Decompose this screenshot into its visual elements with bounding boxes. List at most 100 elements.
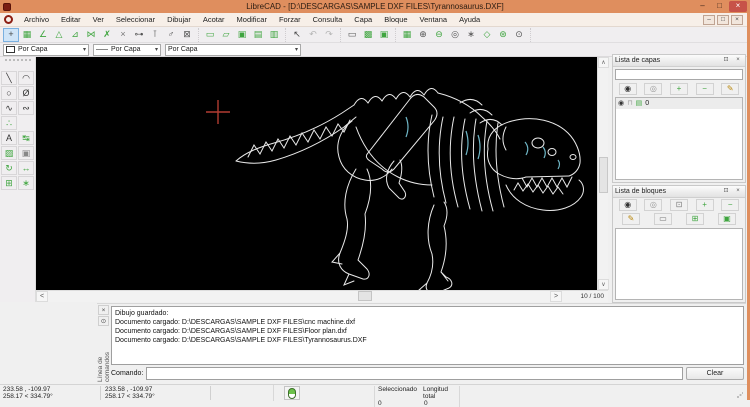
window-tile-button[interactable]: ▩ [360, 28, 376, 42]
new-document-button[interactable]: ▭ [202, 28, 218, 42]
layer-row[interactable]: ◉⊓▤0 [616, 98, 742, 109]
snap-on-entity-button[interactable]: △ [51, 28, 67, 42]
command-history[interactable]: Dibujo guardado:Documento cargado: D:\DE… [111, 306, 744, 365]
horizontal-scrollbar[interactable]: < > 10 / 100 [36, 290, 608, 302]
spline-tool-button[interactable]: ∿ [1, 101, 17, 115]
mouse-hint-button[interactable] [284, 386, 300, 400]
block-panel-header[interactable]: Lista de bloques ⊡ × [613, 186, 745, 198]
save-document-button[interactable]: ▣ [234, 28, 250, 42]
layer-filter-input[interactable] [615, 69, 743, 80]
block-insert-button[interactable]: ⊞ [686, 213, 704, 225]
scroll-right-button[interactable]: > [550, 291, 562, 302]
horizontal-scroll-track[interactable] [48, 291, 550, 302]
snap-free-button[interactable]: + [3, 28, 19, 42]
set-relative-zero-button[interactable]: ♂ [163, 28, 179, 42]
point-tool-button[interactable]: ∴ [1, 116, 17, 130]
snap-grid-button[interactable]: ▦ [19, 28, 35, 42]
menu-acotar[interactable]: Acotar [197, 13, 231, 26]
window-minimize-button[interactable]: – [695, 1, 710, 12]
block-create-button[interactable]: ▣ [718, 213, 736, 225]
zoom-out-button[interactable]: ⊖ [431, 28, 447, 42]
zoom-window-button[interactable]: ◇ [479, 28, 495, 42]
command-dock-pin-button[interactable]: ⊙ [98, 316, 109, 326]
arc-tool-button[interactable]: ◠ [18, 71, 34, 85]
measure-tool-button[interactable]: ↔ [18, 161, 34, 175]
freehand-tool-button[interactable]: ∾ [18, 101, 34, 115]
scroll-up-button[interactable]: ∧ [598, 57, 609, 68]
close-drawing-button[interactable]: ▭ [344, 28, 360, 42]
command-dock-close-button[interactable]: × [98, 305, 109, 315]
lock-relative-zero-button[interactable]: ⊠ [179, 28, 195, 42]
layer-visible-icon[interactable]: ◉ [618, 100, 624, 107]
snap-distance-button[interactable]: ✗ [99, 28, 115, 42]
pen-linetype-dropdown[interactable]: Por Capa▾ [165, 44, 301, 56]
scroll-down-button[interactable]: ∨ [598, 279, 609, 290]
menu-archivo[interactable]: Archivo [18, 13, 55, 26]
modify-tool-button[interactable]: ↻ [1, 161, 17, 175]
menu-forzar[interactable]: Forzar [273, 13, 307, 26]
layer-panel-header[interactable]: Lista de capas ⊡ × [613, 55, 745, 67]
snap-intersection-button[interactable]: × [115, 28, 131, 42]
circle-tool-button[interactable]: ○ [1, 86, 17, 100]
menu-ver[interactable]: Ver [87, 13, 110, 26]
toolbar-drag-handle[interactable] [5, 59, 31, 61]
cad-canvas[interactable] [36, 57, 597, 290]
select-pointer-button[interactable]: ↖ [289, 28, 305, 42]
layers-hide-all-button[interactable]: ◎ [644, 83, 662, 95]
command-input[interactable] [146, 367, 683, 380]
layer-panel-close-button[interactable]: × [733, 56, 743, 65]
block-remove-button[interactable]: − [721, 199, 739, 211]
zoom-previous-button[interactable]: ∗ [463, 28, 479, 42]
menu-seleccionar[interactable]: Seleccionar [110, 13, 161, 26]
menu-modificar[interactable]: Modificar [231, 13, 273, 26]
grid-toggle-button[interactable]: ▦ [399, 28, 415, 42]
menu-capa[interactable]: Capa [348, 13, 378, 26]
menu-bloque[interactable]: Bloque [378, 13, 413, 26]
menu-ayuda[interactable]: Ayuda [453, 13, 486, 26]
resize-grip[interactable] [737, 392, 743, 398]
block-panel-close-button[interactable]: × [733, 187, 743, 196]
hatch-tool-button[interactable]: ▨ [1, 146, 17, 160]
restrict-vertical-button[interactable]: ⊺ [147, 28, 163, 42]
layer-remove-button[interactable]: − [696, 83, 714, 95]
print-button[interactable]: ▤ [250, 28, 266, 42]
zoom-in-button[interactable]: ⊕ [415, 28, 431, 42]
mdi-minimize-button[interactable]: – [703, 15, 715, 25]
zoom-auto-button[interactable]: ◎ [447, 28, 463, 42]
block-rename-button[interactable]: ✎ [622, 213, 640, 225]
dimension-tool-button[interactable]: ↹ [18, 131, 34, 145]
undo-button[interactable]: ↶ [305, 28, 321, 42]
horizontal-scroll-thumb[interactable] [358, 291, 372, 301]
mdi-restore-button[interactable]: □ [717, 15, 729, 25]
layers-show-all-button[interactable]: ◉ [619, 83, 637, 95]
layer-edit-button[interactable]: ✎ [721, 83, 739, 95]
restrict-horizontal-button[interactable]: ⊶ [131, 28, 147, 42]
layer-list[interactable]: ◉⊓▤0 [615, 97, 743, 180]
pen-width-dropdown[interactable]: Por Capa▾ [93, 44, 161, 56]
menu-consulta[interactable]: Consulta [307, 13, 349, 26]
window-maximize-button[interactable]: □ [712, 1, 727, 12]
block-add-button[interactable]: + [696, 199, 714, 211]
layer-panel-float-button[interactable]: ⊡ [721, 56, 731, 65]
vertical-scroll-thumb[interactable] [599, 157, 608, 193]
line-tool-button[interactable]: ╲ [1, 71, 17, 85]
layer-add-button[interactable]: + [670, 83, 688, 95]
image-tool-button[interactable]: ▣ [18, 146, 34, 160]
block-panel-float-button[interactable]: ⊡ [721, 187, 731, 196]
mdi-close-button[interactable]: × [731, 15, 743, 25]
redo-button[interactable]: ↷ [321, 28, 337, 42]
print-preview-button[interactable]: ▥ [266, 28, 282, 42]
block-edit-button[interactable]: ▭ [654, 213, 672, 225]
menu-dibujar[interactable]: Dibujar [161, 13, 197, 26]
menu-ventana[interactable]: Ventana [414, 13, 454, 26]
layer-print-icon[interactable]: ▤ [636, 100, 643, 107]
zoom-redraw-button[interactable]: ⊙ [511, 28, 527, 42]
open-document-button[interactable]: ▱ [218, 28, 234, 42]
window-new-button[interactable]: ▣ [376, 28, 392, 42]
explode-tool-button[interactable]: ∗ [18, 176, 34, 190]
blocks-hide-all-button[interactable]: ◎ [644, 199, 662, 211]
ellipse-tool-button[interactable]: Ø [18, 86, 34, 100]
block-tool-button[interactable]: ⊞ [1, 176, 17, 190]
vertical-scrollbar[interactable]: ∧ ∨ [597, 57, 608, 290]
pen-color-dropdown[interactable]: Por Capa▾ [3, 44, 89, 56]
